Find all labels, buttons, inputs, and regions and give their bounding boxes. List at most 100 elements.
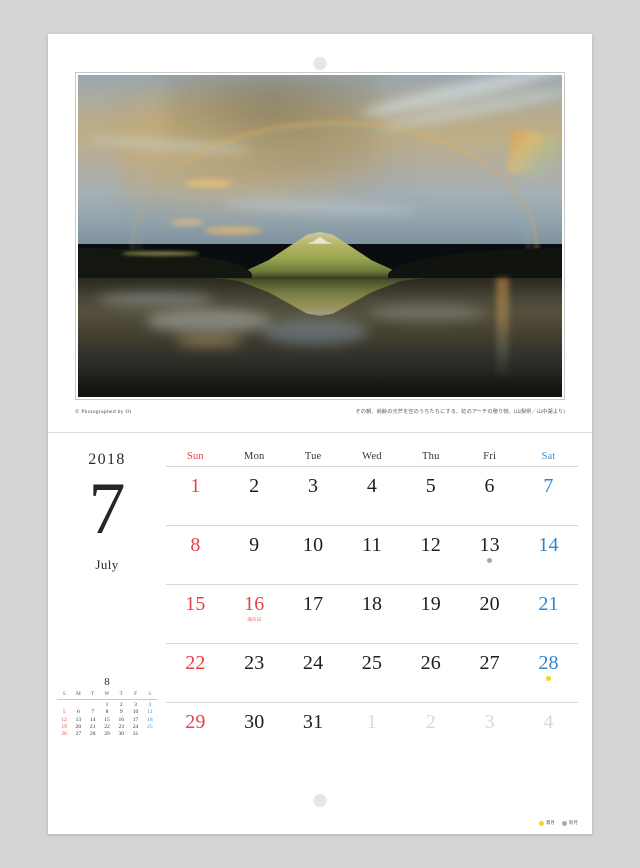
mini-day-cell[interactable]: 8	[100, 709, 114, 716]
mini-day-cell[interactable]: 5	[57, 709, 71, 716]
cloud-reflection	[368, 304, 485, 321]
calendar-day-cell[interactable]: 19	[401, 584, 461, 644]
calendar-day-cell[interactable]: 5	[401, 466, 461, 526]
calendar-week-row: 15 16 海の日 17 18 19 20 21	[166, 584, 578, 644]
day-number: 1	[366, 711, 378, 733]
calendar-day-cell[interactable]: 9	[224, 525, 284, 585]
mini-day-cell[interactable]: 15	[100, 716, 114, 723]
calendar-day-cell[interactable]: 1	[342, 702, 402, 762]
calendar-day-cell[interactable]: 12	[401, 525, 461, 585]
calendar-day-cell[interactable]: 11	[342, 525, 402, 585]
calendar-day-cell[interactable]: 16 海の日	[224, 584, 284, 644]
mini-day-cell[interactable]: 2	[114, 700, 128, 709]
calendar-day-cell[interactable]: 17	[283, 584, 343, 644]
calendar-day-cell[interactable]: 8	[166, 525, 225, 585]
mini-calendar-august: 8 SMTWTFS 1 2 3 4 5 6 7 8 9 10 11 12 13 14 15 16 17 18 19 2…	[57, 676, 157, 738]
day-number: 26	[420, 652, 441, 674]
mountain-band	[78, 231, 562, 278]
day-number: 3	[484, 711, 495, 733]
mini-day-cell[interactable]: 14	[86, 716, 100, 723]
day-number: 20	[479, 593, 500, 615]
calendar-day-cell[interactable]: 25	[342, 643, 402, 703]
lake-foreground-shadow	[78, 370, 562, 397]
calendar-day-cell[interactable]: 23	[224, 643, 284, 703]
legend-label: 新月	[568, 820, 578, 825]
mini-day-cell[interactable]: 18	[143, 716, 157, 723]
mini-day-cell	[57, 700, 71, 709]
mini-week-row: 5 6 7 8 9 10 11	[57, 709, 157, 716]
mini-day-cell[interactable]: 25	[143, 723, 157, 730]
mini-day-cell[interactable]: 6	[71, 709, 85, 716]
calendar-day-cell[interactable]: 29	[166, 702, 225, 762]
calendar-day-cell[interactable]: 20	[460, 584, 520, 644]
calendar-day-cell[interactable]: 7	[519, 466, 578, 526]
rainbow-reflection	[495, 277, 509, 381]
mini-day-cell[interactable]: 16	[114, 716, 128, 723]
weekday-header-fri: Fri	[483, 451, 497, 462]
mini-day-cell[interactable]: 22	[100, 723, 114, 730]
photo-caption: その朝、斜齢の光芒を空のうちたちにする、虹のアーチの贈り物。(山梨県／山中湖より…	[355, 409, 565, 415]
mini-calendar-rows: 1 2 3 4 5 6 7 8 9 10 11 12 13 14 15 16 17 18 19 20 21 22 23 24 2…	[57, 700, 157, 738]
mini-day-cell[interactable]: 19	[57, 723, 71, 730]
calendar-day-cell[interactable]: 13	[460, 525, 520, 585]
mini-day-cell[interactable]: 21	[86, 723, 100, 730]
calendar-day-cell[interactable]: 4	[342, 466, 402, 526]
mini-day-cell[interactable]: 3	[128, 700, 142, 709]
calendar-day-cell[interactable]: 2	[224, 466, 284, 526]
day-number: 6	[484, 475, 495, 497]
mini-day-cell[interactable]: 10	[128, 709, 142, 716]
mini-day-cell[interactable]: 13	[71, 716, 85, 723]
calendar-grid-column: Sun Mon Tue Wed Thu Fri Sat 1 2 3 4 5 6 7 8 9 10 11 12 13 1…	[166, 433, 592, 834]
day-number: 23	[244, 652, 265, 674]
cloud-reflection	[261, 318, 369, 345]
mini-day-cell[interactable]: 31	[128, 730, 142, 737]
mini-day-cell[interactable]: 30	[114, 730, 128, 737]
day-number: 2	[425, 711, 436, 733]
mini-day-cell[interactable]: 4	[143, 700, 157, 709]
calendar-day-cell[interactable]: 21	[519, 584, 578, 644]
mini-day-cell	[143, 730, 157, 737]
mini-day-cell[interactable]: 23	[114, 723, 128, 730]
calendar-day-cell[interactable]: 27	[460, 643, 520, 703]
mini-day-cell[interactable]: 1	[100, 700, 114, 709]
calendar-week-row: 8 9 10 11 12 13 14	[166, 525, 578, 585]
weekday-header-row: Sun Mon Tue Wed Thu Fri Sat	[166, 433, 578, 467]
mini-calendar-table: SMTWTFS 1 2 3 4 5 6 7 8 9 10 11 12 13 14 15 16 17 18 19 20 2…	[57, 691, 157, 738]
calendar-day-cell[interactable]: 10	[283, 525, 343, 585]
calendar-day-cell[interactable]: 6	[460, 466, 520, 526]
calendar-day-cell[interactable]: 22	[166, 643, 225, 703]
mini-day-cell[interactable]: 11	[143, 709, 157, 716]
calendar-day-cell[interactable]: 18	[342, 584, 402, 644]
day-number: 12	[420, 534, 441, 556]
mini-day-cell[interactable]: 29	[100, 730, 114, 737]
mini-day-cell[interactable]: 27	[71, 730, 85, 737]
calendar-day-cell[interactable]: 24	[283, 643, 343, 703]
calendar-day-cell[interactable]: 26	[401, 643, 461, 703]
mini-day-cell[interactable]: 24	[128, 723, 142, 730]
calendar-day-cell[interactable]: 2	[401, 702, 461, 762]
calendar-day-cell[interactable]: 1	[166, 466, 225, 526]
mini-day-cell[interactable]: 20	[71, 723, 85, 730]
calendar-day-cell[interactable]: 30	[224, 702, 284, 762]
day-number: 3	[308, 475, 319, 497]
calendar-day-cell[interactable]: 3	[460, 702, 520, 762]
month-name: July	[95, 557, 119, 573]
mini-day-cell[interactable]: 12	[57, 716, 71, 723]
calendar-day-cell[interactable]: 14	[519, 525, 578, 585]
calendar-day-cell[interactable]: 15	[166, 584, 225, 644]
mini-day-cell[interactable]: 17	[128, 716, 142, 723]
mini-day-cell[interactable]: 28	[86, 730, 100, 737]
mini-day-cell[interactable]: 7	[86, 709, 100, 716]
year-label: 2018	[88, 451, 126, 468]
legend-item: 満月	[538, 820, 555, 826]
calendar-day-cell[interactable]: 31	[283, 702, 343, 762]
mini-day-cell[interactable]: 9	[114, 709, 128, 716]
calendar-day-cell[interactable]: 3	[283, 466, 343, 526]
lake-surface	[78, 277, 562, 397]
calendar-day-cell[interactable]: 28	[519, 643, 578, 703]
calendar-day-cell[interactable]: 4	[519, 702, 578, 762]
mini-day-cell[interactable]: 26	[57, 730, 71, 737]
holiday-label: 海の日	[247, 616, 262, 622]
rainbow-bright-segment	[505, 129, 560, 180]
weekday-header-mon: Mon	[244, 451, 265, 462]
